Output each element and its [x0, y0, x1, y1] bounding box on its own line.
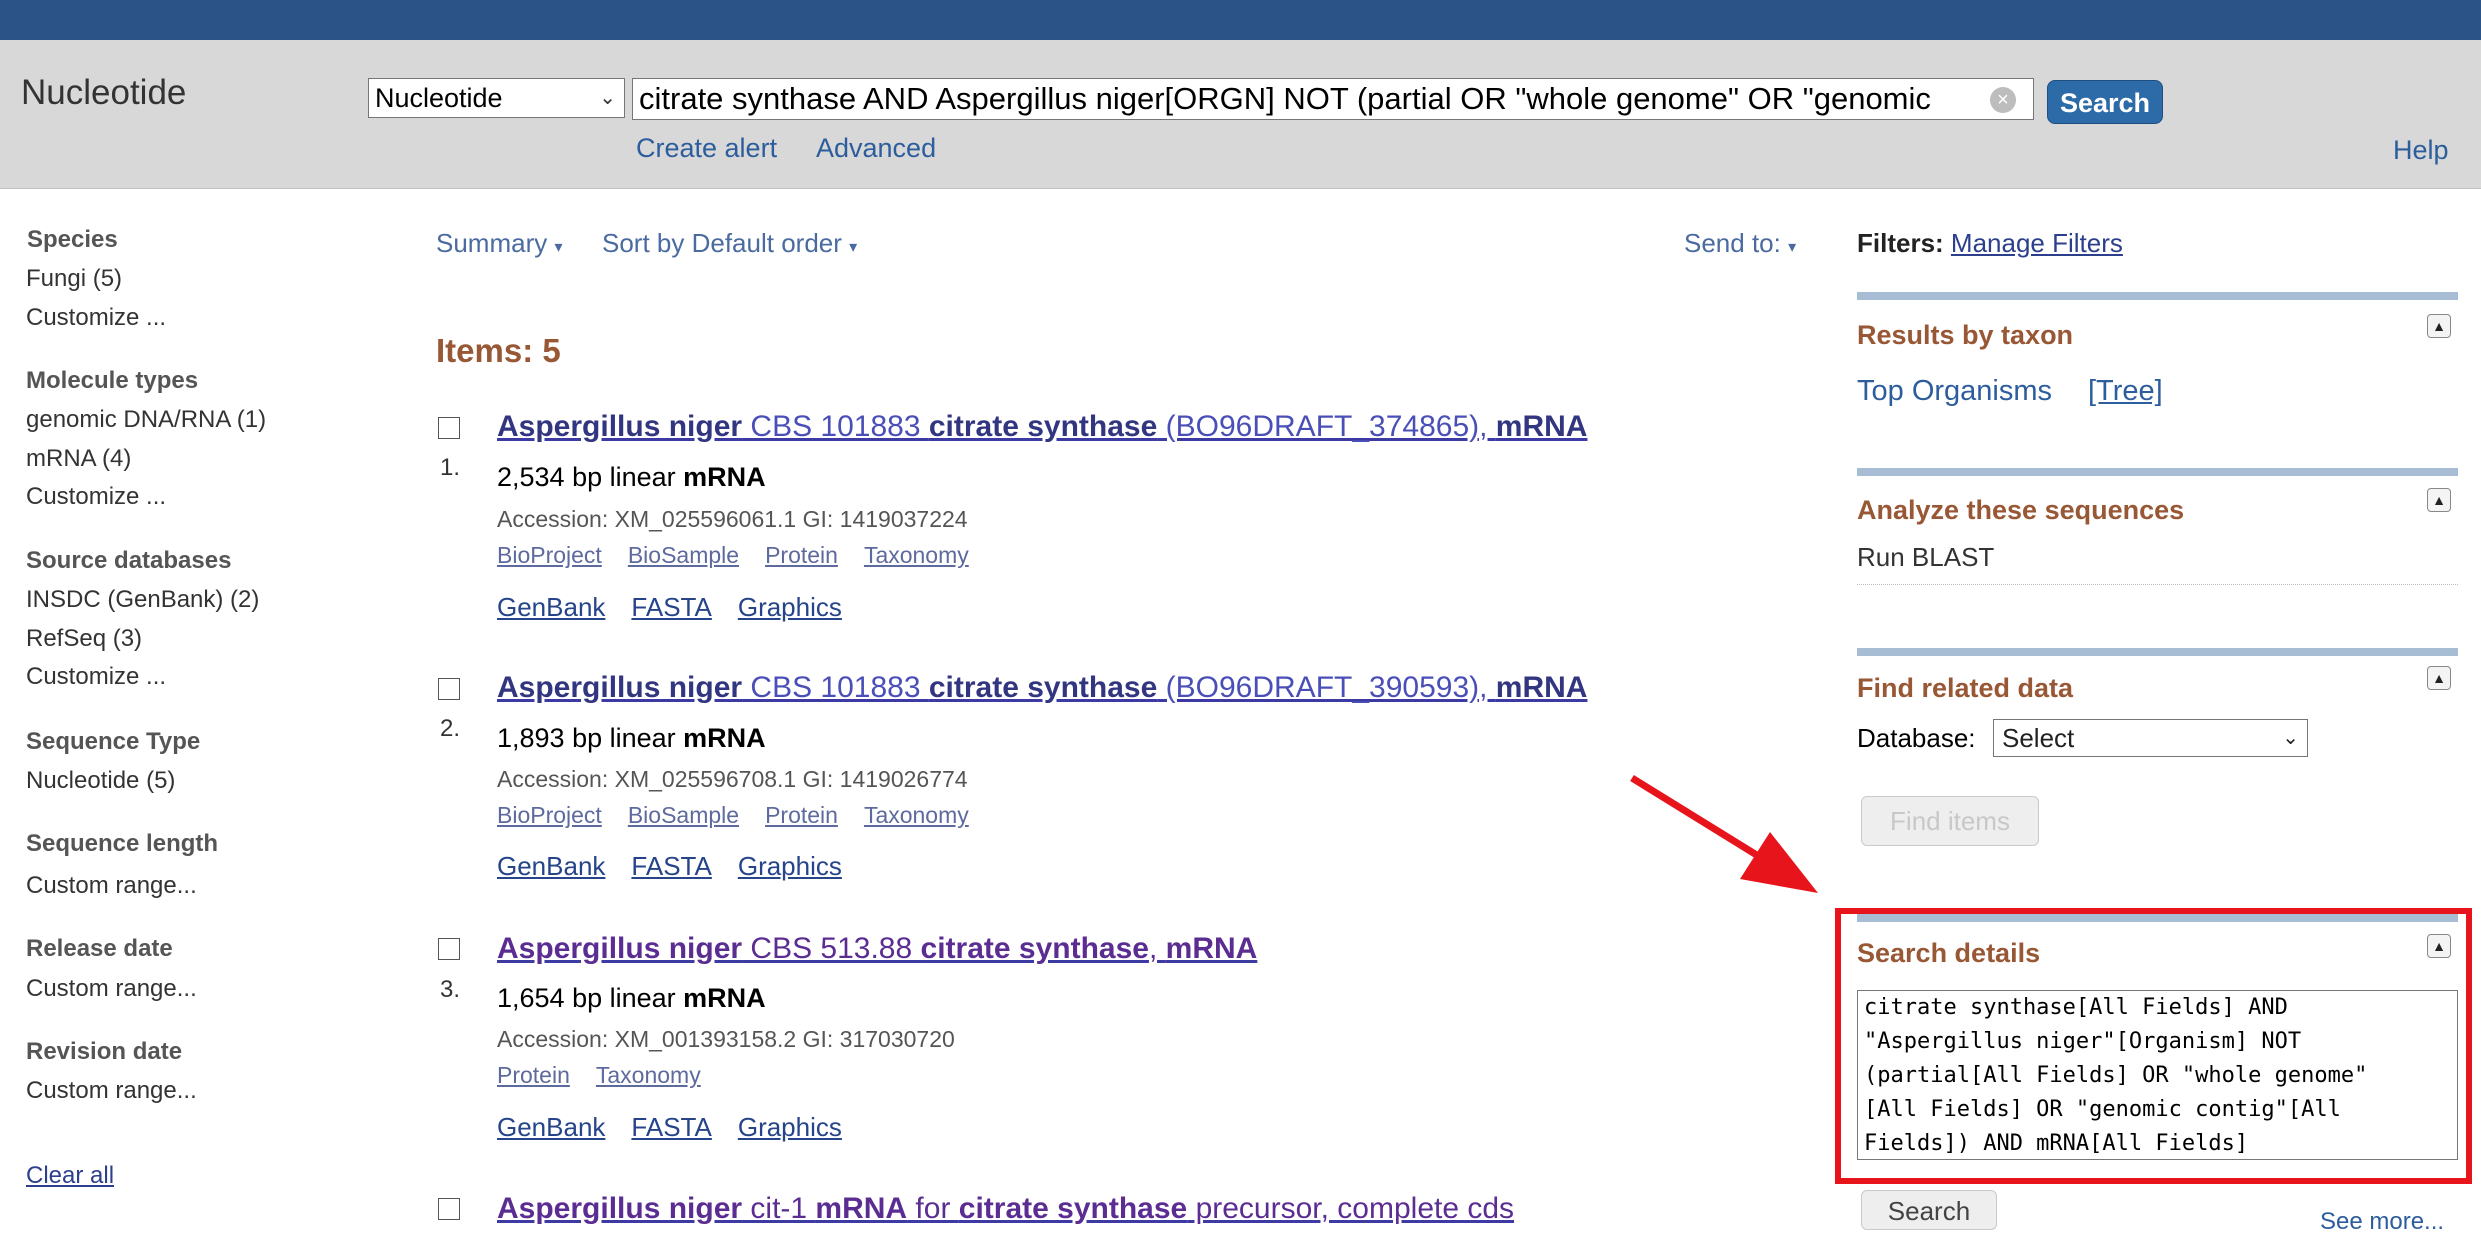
arrow-shaft	[1630, 775, 1770, 865]
annotation-arrow	[1630, 775, 1818, 893]
arrow-head	[1740, 832, 1818, 893]
